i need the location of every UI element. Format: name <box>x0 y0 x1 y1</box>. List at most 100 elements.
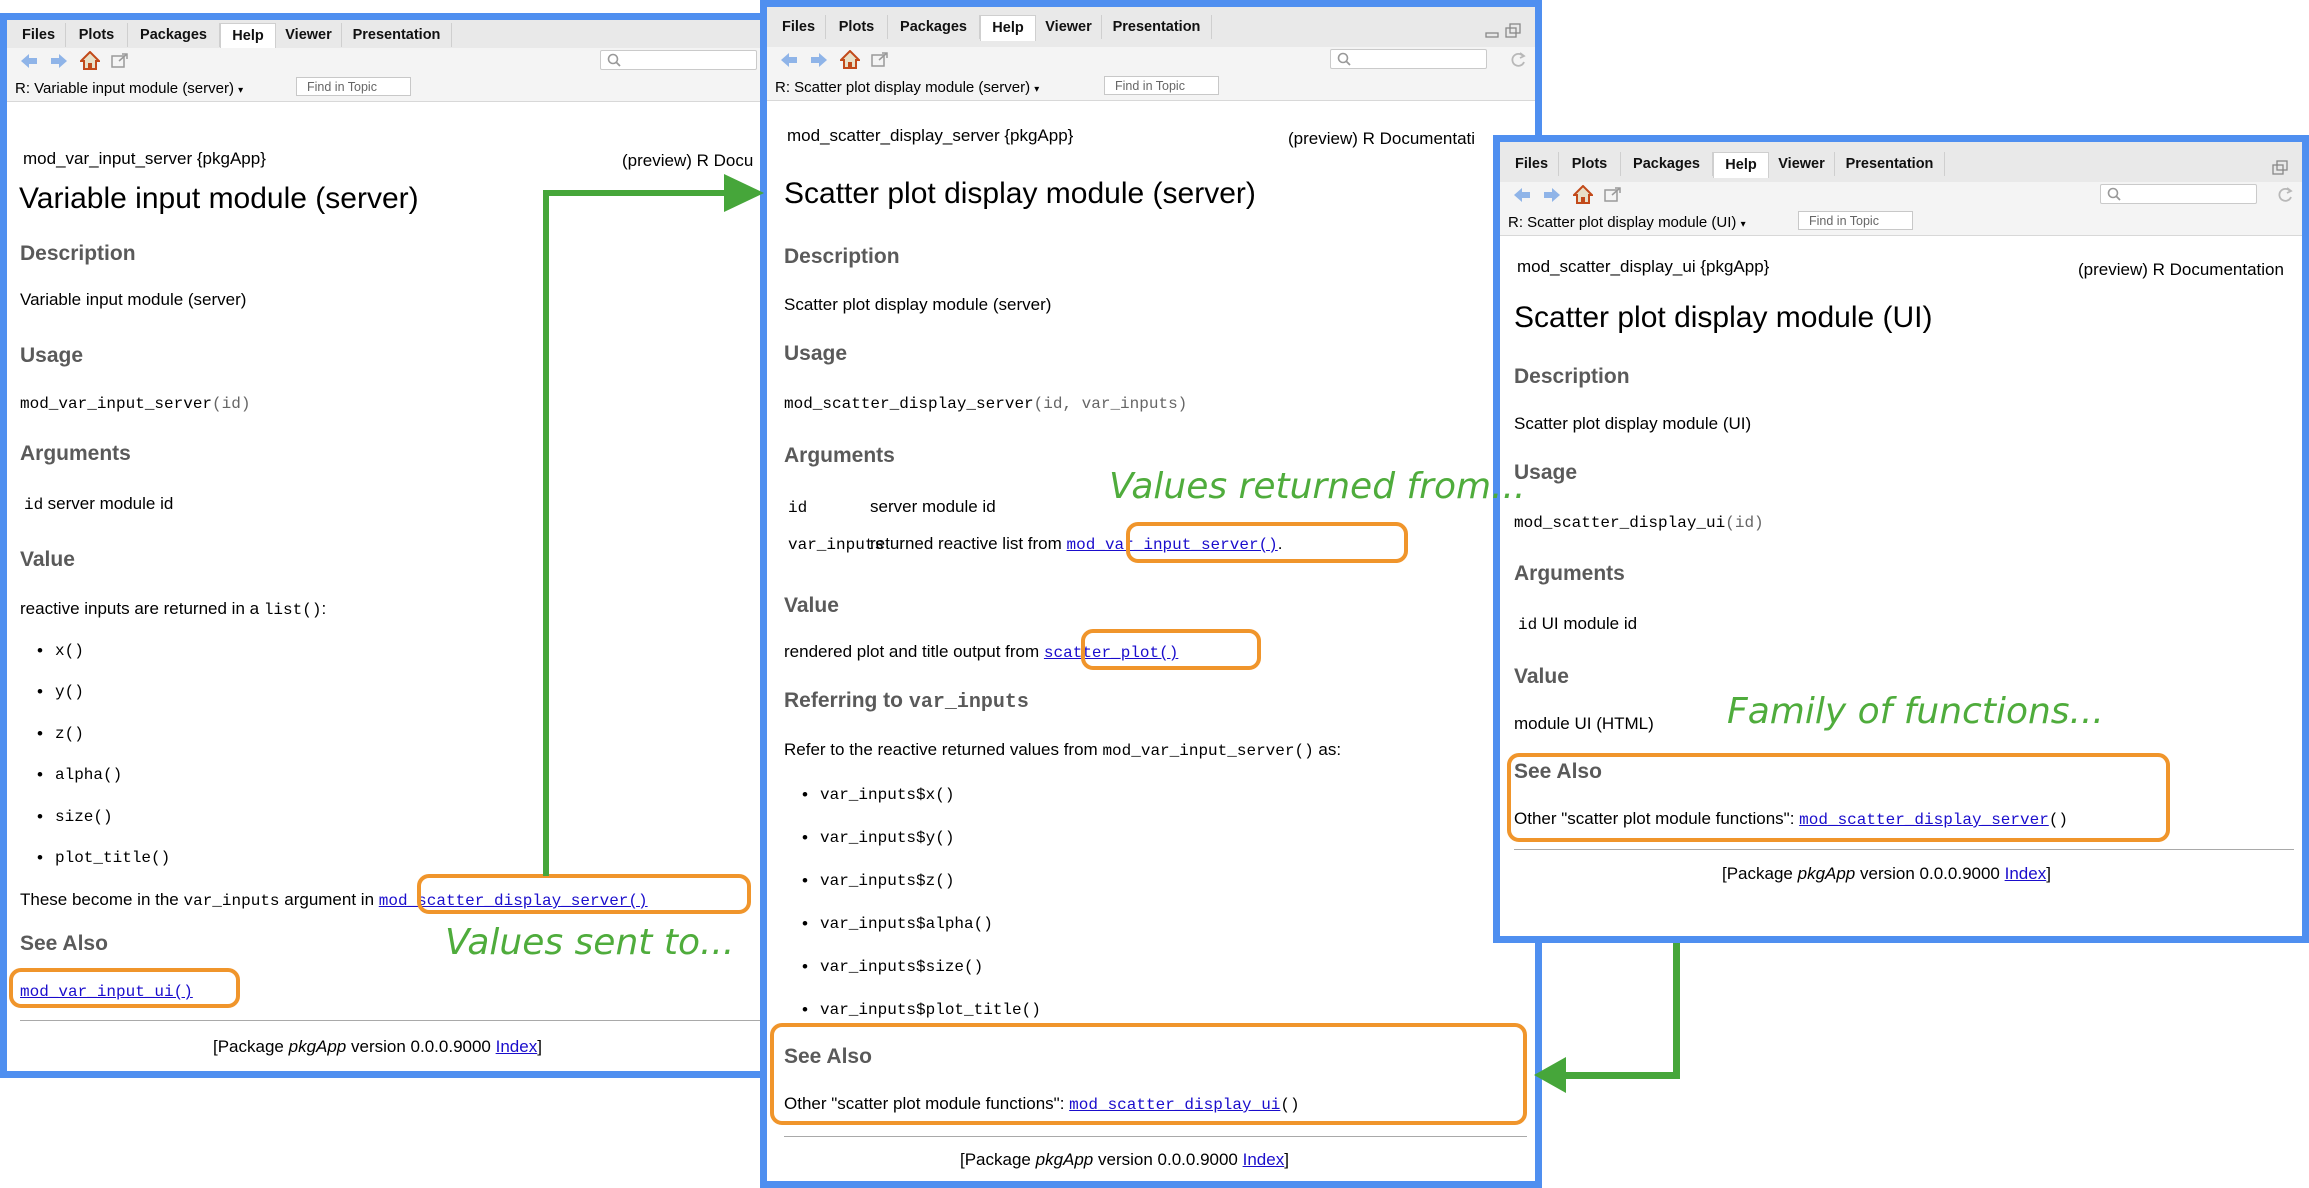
help-address-bar: R: Scatter plot display module (server) … <box>767 73 1535 101</box>
minimize-icon[interactable] <box>1485 27 1499 39</box>
tab-plots[interactable]: Plots <box>66 23 128 47</box>
refer-text: Refer to the reactive returned values fr… <box>784 740 1342 760</box>
annotation-family-of-functions: Family of functions... <box>1727 691 2104 732</box>
arrow-segment <box>1560 1072 1680 1079</box>
usage-code: mod_scatter_display_server(id, var_input… <box>784 395 1188 413</box>
maximize-icon[interactable] <box>1505 23 1521 39</box>
footer-divider <box>784 1136 1527 1137</box>
pane-tab-bar: Files Plots Packages Help Viewer Present… <box>1500 142 2302 183</box>
list-item: var_inputs$alpha() <box>802 914 993 934</box>
tab-help[interactable]: Help <box>980 15 1036 41</box>
tab-viewer[interactable]: Viewer <box>1769 152 1835 176</box>
forward-arrow-icon[interactable] <box>809 52 829 68</box>
show-in-new-window-icon[interactable] <box>1604 187 1622 203</box>
home-icon[interactable] <box>840 50 860 69</box>
doc-type-label: (preview) R Docu <box>622 151 754 170</box>
referring-heading: Referring to var_inputs <box>784 689 1029 714</box>
value-heading: Value <box>784 594 839 617</box>
value-text: reactive inputs are returned in a list()… <box>20 599 327 619</box>
help-search-input[interactable] <box>1330 49 1487 69</box>
description-heading: Description <box>20 242 136 265</box>
arrow-segment <box>1673 943 1680 1079</box>
tab-files[interactable]: Files <box>12 23 66 47</box>
highlight-become-link <box>417 874 751 914</box>
maximize-icon[interactable] <box>2272 160 2288 176</box>
tab-packages[interactable]: Packages <box>128 23 220 47</box>
home-icon[interactable] <box>1573 185 1593 204</box>
home-icon[interactable] <box>80 51 100 70</box>
find-in-topic-input[interactable]: Find in Topic <box>1104 76 1219 95</box>
tab-plots[interactable]: Plots <box>1559 152 1621 176</box>
list-item: x() <box>37 641 84 661</box>
forward-arrow-icon[interactable] <box>1542 187 1562 203</box>
find-in-topic-input[interactable]: Find in Topic <box>296 77 411 96</box>
value-heading: Value <box>1514 665 1569 688</box>
highlight-family-see-also-section <box>1507 753 2170 842</box>
find-in-topic-input[interactable]: Find in Topic <box>1798 211 1913 230</box>
list-item: plot_title() <box>37 848 170 868</box>
tab-presentation[interactable]: Presentation <box>342 23 452 47</box>
tab-plots[interactable]: Plots <box>826 15 888 39</box>
search-icon <box>1337 52 1351 66</box>
arrow-segment <box>543 190 549 876</box>
help-window-variable-input-server: Files Plots Packages Help Viewer Present… <box>0 13 778 1078</box>
tab-files[interactable]: Files <box>772 15 826 39</box>
tab-files[interactable]: Files <box>1505 152 1559 176</box>
tab-help[interactable]: Help <box>1713 152 1769 178</box>
value-text: module UI (HTML) <box>1514 714 1654 733</box>
index-link[interactable]: Index <box>496 1037 538 1056</box>
footer-divider <box>1514 849 2294 850</box>
description-text: Scatter plot display module (UI) <box>1514 414 1752 433</box>
arguments-heading: Arguments <box>20 442 131 465</box>
back-arrow-icon[interactable] <box>19 53 39 69</box>
index-link[interactable]: Index <box>2005 864 2047 883</box>
back-arrow-icon[interactable] <box>1512 187 1532 203</box>
list-item: size() <box>37 807 112 827</box>
tab-help[interactable]: Help <box>220 23 276 49</box>
back-arrow-icon[interactable] <box>779 52 799 68</box>
topic-title-dropdown[interactable]: R: Scatter plot display module (UI) ▾ <box>1508 214 1746 231</box>
package-line: mod_scatter_display_server {pkgApp} <box>787 126 1074 145</box>
forward-arrow-icon[interactable] <box>49 53 69 69</box>
refresh-icon[interactable] <box>1509 51 1527 69</box>
tab-packages[interactable]: Packages <box>888 15 980 39</box>
footer-divider <box>20 1020 771 1021</box>
description-text: Variable input module (server) <box>20 290 247 309</box>
package-footer: [Package pkgApp version 0.0.0.9000 Index… <box>960 1150 1289 1169</box>
argument-row: id UI module id <box>1518 614 1638 634</box>
package-footer: [Package pkgApp version 0.0.0.9000 Index… <box>1722 864 2051 883</box>
doc-type-label: (preview) R Documentation <box>2078 260 2284 279</box>
tab-packages[interactable]: Packages <box>1621 152 1713 176</box>
page-title: Scatter plot display module (UI) <box>1514 301 1933 334</box>
help-toolbar <box>1500 182 2302 209</box>
arguments-heading: Arguments <box>784 444 895 467</box>
argument-desc: server module id <box>870 497 996 516</box>
tab-presentation[interactable]: Presentation <box>1102 15 1212 39</box>
help-search-input[interactable] <box>600 50 757 70</box>
tab-viewer[interactable]: Viewer <box>1036 15 1102 39</box>
argument-row: id server module id <box>24 494 174 514</box>
list-item: z() <box>37 724 84 744</box>
description-heading: Description <box>1514 365 1630 388</box>
argument-name: id <box>788 499 808 517</box>
show-in-new-window-icon[interactable] <box>871 52 889 68</box>
tab-presentation[interactable]: Presentation <box>1835 152 1945 176</box>
show-in-new-window-icon[interactable] <box>111 53 129 69</box>
list-item: var_inputs$size() <box>802 957 983 977</box>
list-item: var_inputs$y() <box>802 828 954 848</box>
refresh-icon[interactable] <box>2276 186 2294 204</box>
usage-code: mod_var_input_server(id) <box>20 395 251 413</box>
help-toolbar <box>767 47 1535 74</box>
highlight-see-also-link <box>9 968 240 1008</box>
help-search-input[interactable] <box>2100 184 2257 204</box>
annotation-values-sent-to: Values sent to... <box>445 922 735 963</box>
topic-title-dropdown[interactable]: R: Scatter plot display module (server) … <box>775 79 1039 96</box>
index-link[interactable]: Index <box>1243 1150 1285 1169</box>
value-heading: Value <box>20 548 75 571</box>
description-heading: Description <box>784 245 900 268</box>
list-item: y() <box>37 682 84 702</box>
package-footer: [Package pkgApp version 0.0.0.9000 Index… <box>213 1037 542 1056</box>
arguments-heading: Arguments <box>1514 562 1625 585</box>
topic-title-dropdown[interactable]: R: Variable input module (server) ▾ <box>15 80 243 97</box>
tab-viewer[interactable]: Viewer <box>276 23 342 47</box>
